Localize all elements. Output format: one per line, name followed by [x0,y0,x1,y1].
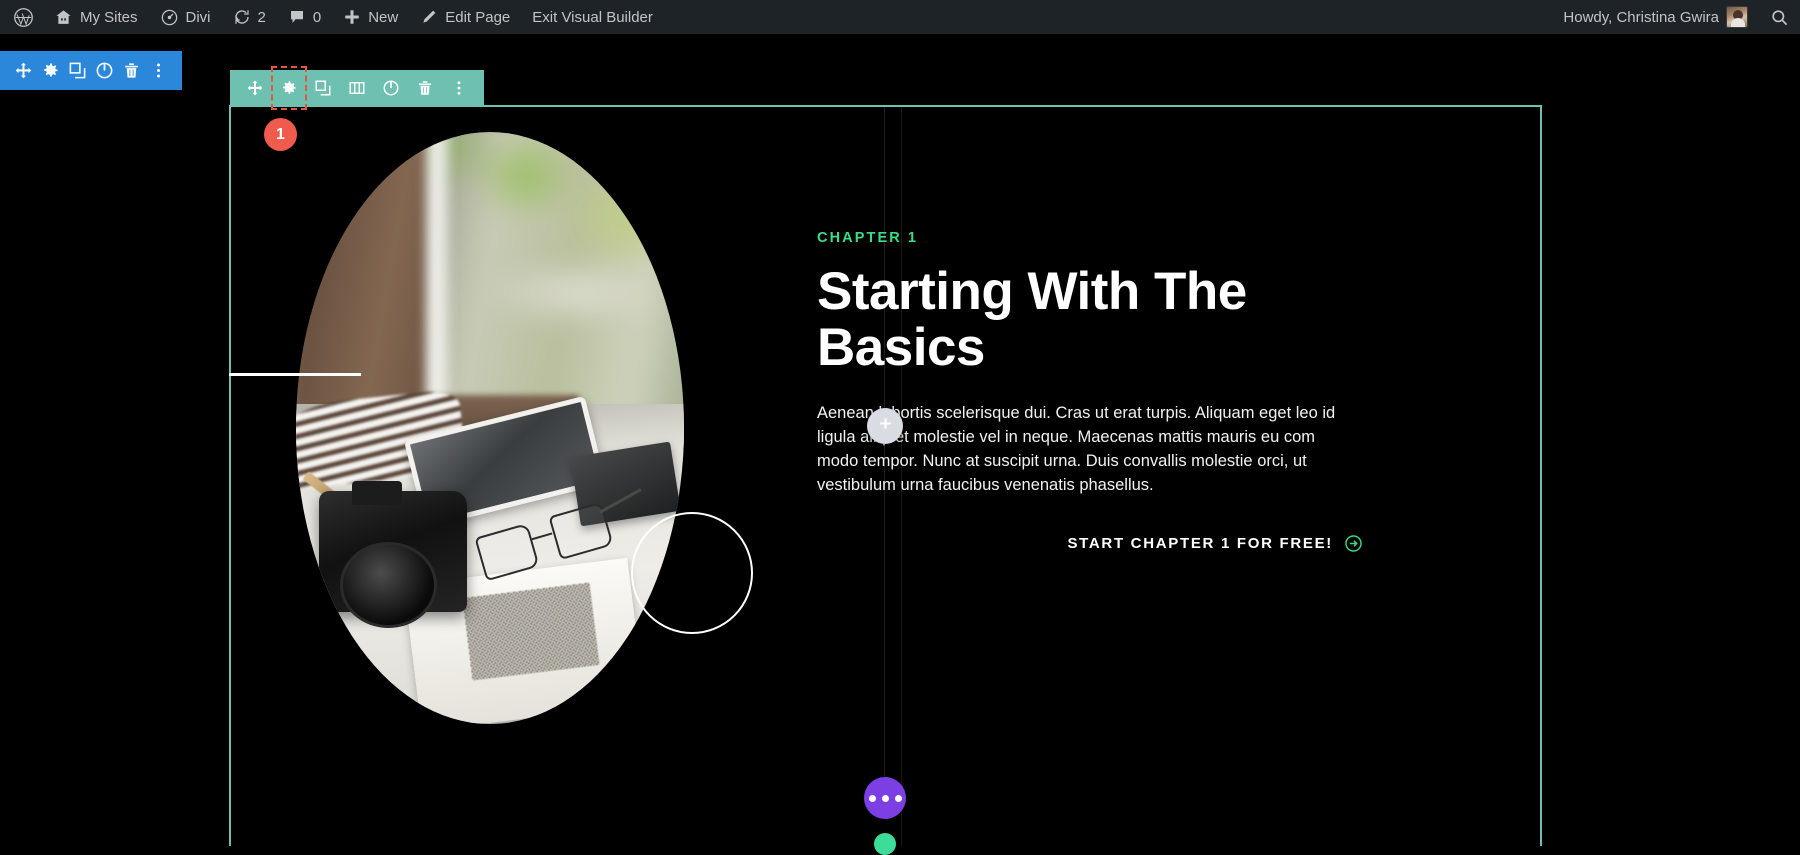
hero-image-desk-scene [296,388,684,724]
updates-count: 2 [257,8,266,26]
page-settings-toolbar [0,51,182,90]
chapter-eyebrow-text: CHAPTER 1 [817,230,919,246]
search-icon [1770,8,1789,27]
add-row-button[interactable] [867,408,903,444]
updates-icon [233,8,251,26]
section-column-structure-button[interactable] [342,71,372,105]
circle-arrow-right-icon [1344,534,1363,553]
section-duplicate-button[interactable] [308,71,338,105]
comments-menu[interactable]: 0 [277,0,332,34]
section-settings-button[interactable] [271,65,307,110]
wordpress-logo-button[interactable] [0,0,43,34]
hero-text-column[interactable]: CHAPTER 1 Starting With The Basics Aenea… [817,230,1362,553]
page-more-options-button[interactable] [149,61,168,80]
page-duplicate-button[interactable] [68,61,87,80]
updates-menu[interactable]: 2 [222,0,277,34]
page-options-button[interactable] [864,777,906,819]
ellipsis-dot [881,794,889,802]
avatar [1726,6,1748,28]
wp-admin-bar: My Sites Divi 2 0 New Edit Page Exit Vis… [0,0,1800,34]
plus-icon [878,416,893,436]
wordpress-logo-icon [13,7,34,28]
sketch-drawing [462,582,600,681]
section-number-badge: 1 [264,118,297,151]
admin-bar-search-button[interactable] [1759,0,1800,34]
page-delete-button[interactable] [122,61,141,80]
comments-count: 0 [312,8,322,26]
glasses-bridge [532,532,554,541]
ellipsis-dot [868,794,876,802]
hero-oval-image[interactable] [296,132,684,724]
decorative-circle-outline [631,512,753,634]
divi-menu[interactable]: Divi [149,0,222,34]
page-move-handle[interactable] [14,61,33,80]
start-chapter-cta[interactable]: START CHAPTER 1 FOR FREE! [817,534,1363,553]
new-label: New [368,8,399,26]
edit-page-label: Edit Page [445,8,511,26]
page-settings-button[interactable] [41,61,60,80]
divi-icon [160,8,179,27]
section-toolbar [230,65,484,110]
section-delete-button[interactable] [410,71,440,105]
page-disable-button[interactable] [95,61,114,80]
comments-icon [288,8,306,26]
new-content-menu[interactable]: New [332,0,409,34]
section-more-options-button[interactable] [444,71,474,105]
my-sites-icon [54,8,73,27]
divi-label: Divi [185,8,211,26]
section-disable-button[interactable] [376,71,406,105]
add-section-button[interactable] [874,833,896,855]
new-plus-icon [343,8,361,26]
exit-visual-builder-link[interactable]: Exit Visual Builder [521,0,664,34]
section-move-handle[interactable] [240,71,270,105]
my-sites-label: My Sites [80,8,138,26]
page-title: Starting With The Basics [817,262,1247,378]
ellipsis-dot [894,794,902,802]
edit-page-link[interactable]: Edit Page [409,0,521,34]
edit-pencil-icon [420,8,438,26]
my-sites-menu[interactable]: My Sites [43,0,149,34]
howdy-label: Howdy, Christina Gwira [1563,8,1719,26]
exit-visual-builder-label: Exit Visual Builder [532,8,653,26]
camera-object [319,480,467,629]
decorative-horizontal-rule [229,373,361,376]
my-account-menu[interactable]: Howdy, Christina Gwira [1552,0,1759,34]
cta-label: START CHAPTER 1 FOR FREE! [1067,535,1333,553]
